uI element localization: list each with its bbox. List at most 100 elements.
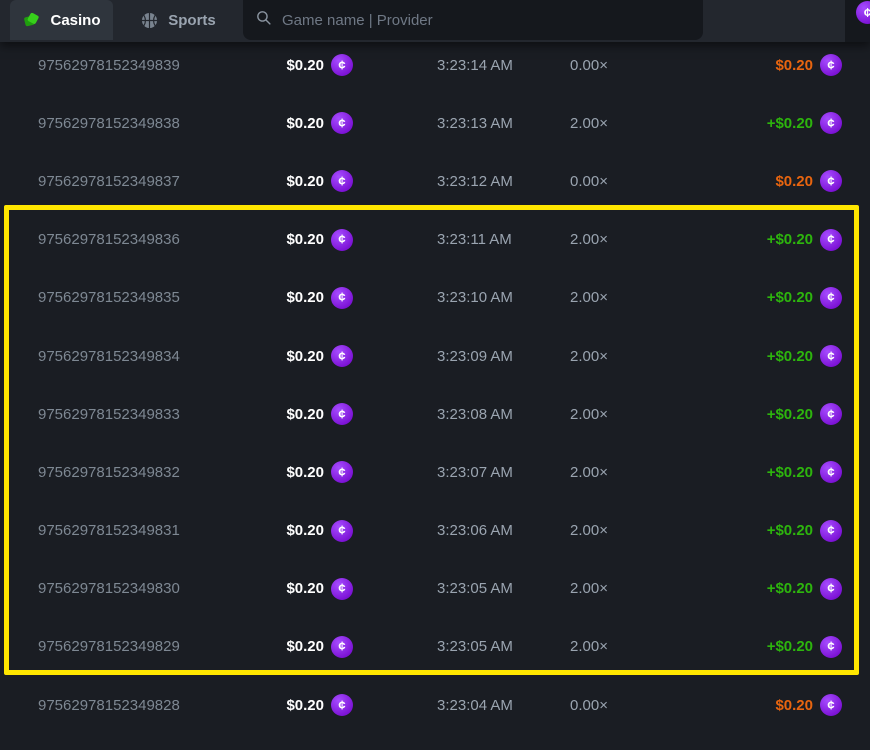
table-row[interactable]: 97562978152349832 $0.20 ¢ 3:23:07 AM 2.0… — [0, 443, 870, 501]
bet-amount-group: $0.20 ¢ — [283, 520, 353, 542]
table-row[interactable]: 97562978152349828 $0.20 ¢ 3:23:04 AM 0.0… — [0, 676, 870, 734]
tab-casino-label: Casino — [50, 12, 100, 29]
bet-id: 97562978152349828 — [38, 697, 283, 714]
currency-coin-icon: ¢ — [820, 636, 842, 658]
bet-multiplier: 0.00× — [570, 57, 690, 74]
bet-payout-group: +$0.20 ¢ — [690, 636, 842, 658]
tab-casino[interactable]: Casino — [10, 0, 113, 40]
cent-glyph: ¢ — [338, 233, 345, 246]
bet-payout-group: +$0.20 ¢ — [690, 461, 842, 483]
bet-id: 97562978152349830 — [38, 580, 283, 597]
bet-id: 97562978152349836 — [38, 231, 283, 248]
table-row[interactable]: 97562978152349829 $0.20 ¢ 3:23:05 AM 2.0… — [0, 618, 870, 676]
table-row[interactable]: 97562978152349838 $0.20 ¢ 3:23:13 AM 2.0… — [0, 94, 870, 152]
cent-glyph: ¢ — [827, 640, 834, 653]
cent-glyph: ¢ — [338, 407, 345, 420]
table-row[interactable]: 97562978152349837 $0.20 ¢ 3:23:12 AM 0.0… — [0, 152, 870, 210]
bet-payout: +$0.20 — [767, 289, 813, 306]
currency-coin-icon: ¢ — [820, 112, 842, 134]
bet-id: 97562978152349829 — [38, 638, 283, 655]
cent-glyph: ¢ — [338, 524, 345, 537]
bet-payout: +$0.20 — [767, 638, 813, 655]
bet-payout: +$0.20 — [767, 115, 813, 132]
bet-amount: $0.20 — [286, 348, 324, 365]
bet-payout: +$0.20 — [767, 464, 813, 481]
cent-glyph: ¢ — [338, 465, 345, 478]
bet-id: 97562978152349839 — [38, 57, 283, 74]
currency-coin-icon: ¢ — [331, 345, 353, 367]
cent-glyph: ¢ — [338, 174, 345, 187]
search-input[interactable] — [282, 12, 691, 29]
search-icon — [255, 9, 272, 31]
currency-coin-icon: ¢ — [820, 54, 842, 76]
currency-coin-icon: ¢ — [331, 112, 353, 134]
bet-time: 3:23:05 AM — [437, 638, 570, 655]
bet-amount: $0.20 — [286, 289, 324, 306]
bet-multiplier: 2.00× — [570, 348, 690, 365]
bet-multiplier: 2.00× — [570, 464, 690, 481]
bet-time: 3:23:09 AM — [437, 348, 570, 365]
bet-payout-group: +$0.20 ¢ — [690, 287, 842, 309]
cent-glyph: ¢ — [338, 116, 345, 129]
bet-amount-group: $0.20 ¢ — [283, 694, 353, 716]
currency-coin-icon: ¢ — [820, 578, 842, 600]
currency-coin-icon: ¢ — [820, 287, 842, 309]
table-row[interactable]: 97562978152349831 $0.20 ¢ 3:23:06 AM 2.0… — [0, 502, 870, 560]
table-row[interactable]: 97562978152349839 $0.20 ¢ 3:23:14 AM 0.0… — [0, 36, 870, 94]
tab-sports[interactable]: Sports — [113, 0, 243, 40]
bet-amount-group: $0.20 ¢ — [283, 54, 353, 76]
bet-payout-group: $0.20 ¢ — [690, 694, 842, 716]
search-box[interactable] — [243, 0, 703, 40]
bet-amount-group: $0.20 ¢ — [283, 636, 353, 658]
bet-amount-group: $0.20 ¢ — [283, 461, 353, 483]
bet-time: 3:23:11 AM — [437, 231, 570, 248]
table-row[interactable]: 97562978152349834 $0.20 ¢ 3:23:09 AM 2.0… — [0, 327, 870, 385]
cent-glyph: ¢ — [827, 349, 834, 362]
bet-amount-group: $0.20 ¢ — [283, 170, 353, 192]
cent-glyph: ¢ — [827, 116, 834, 129]
currency-coin-icon: ¢ — [331, 229, 353, 251]
table-row[interactable]: 97562978152349835 $0.20 ¢ 3:23:10 AM 2.0… — [0, 269, 870, 327]
bet-amount: $0.20 — [286, 638, 324, 655]
cent-glyph: ¢ — [827, 407, 834, 420]
bet-multiplier: 2.00× — [570, 231, 690, 248]
bet-time: 3:23:13 AM — [437, 115, 570, 132]
cent-glyph: ¢ — [827, 58, 834, 71]
table-row[interactable]: 97562978152349833 $0.20 ¢ 3:23:08 AM 2.0… — [0, 385, 870, 443]
currency-coin-icon: ¢ — [331, 170, 353, 192]
currency-coin-icon: ¢ — [331, 461, 353, 483]
bet-id: 97562978152349833 — [38, 406, 283, 423]
bet-amount: $0.20 — [286, 697, 324, 714]
bet-multiplier: 2.00× — [570, 638, 690, 655]
cent-glyph: ¢ — [827, 524, 834, 537]
bet-time: 3:23:07 AM — [437, 464, 570, 481]
header-right-panel — [703, 0, 845, 42]
bet-amount-group: $0.20 ¢ — [283, 112, 353, 134]
table-row[interactable]: 97562978152349836 $0.20 ¢ 3:23:11 AM 2.0… — [0, 211, 870, 269]
bet-amount-group: $0.20 ¢ — [283, 229, 353, 251]
bet-id: 97562978152349835 — [38, 289, 283, 306]
bet-payout-group: $0.20 ¢ — [690, 170, 842, 192]
cent-glyph: ¢ — [338, 582, 345, 595]
bet-amount-group: $0.20 ¢ — [283, 287, 353, 309]
bet-multiplier: 2.00× — [570, 406, 690, 423]
cent-glyph: ¢ — [338, 349, 345, 362]
bet-payout-group: $0.20 ¢ — [690, 54, 842, 76]
bet-time: 3:23:10 AM — [437, 289, 570, 306]
currency-coin-icon: ¢ — [820, 345, 842, 367]
bet-payout: +$0.20 — [767, 522, 813, 539]
table-row[interactable]: 97562978152349830 $0.20 ¢ 3:23:05 AM 2.0… — [0, 560, 870, 618]
currency-coin-icon: ¢ — [331, 287, 353, 309]
bet-amount: $0.20 — [286, 173, 324, 190]
bet-id: 97562978152349834 — [38, 348, 283, 365]
bet-payout: $0.20 — [775, 173, 813, 190]
cent-glyph: ¢ — [827, 291, 834, 304]
bet-amount: $0.20 — [286, 231, 324, 248]
bet-payout: +$0.20 — [767, 348, 813, 365]
bet-time: 3:23:14 AM — [437, 57, 570, 74]
bet-amount: $0.20 — [286, 57, 324, 74]
cent-glyph: ¢ — [827, 233, 834, 246]
currency-coin-icon: ¢ — [331, 520, 353, 542]
currency-coin-icon: ¢ — [820, 229, 842, 251]
bet-payout-group: +$0.20 ¢ — [690, 229, 842, 251]
